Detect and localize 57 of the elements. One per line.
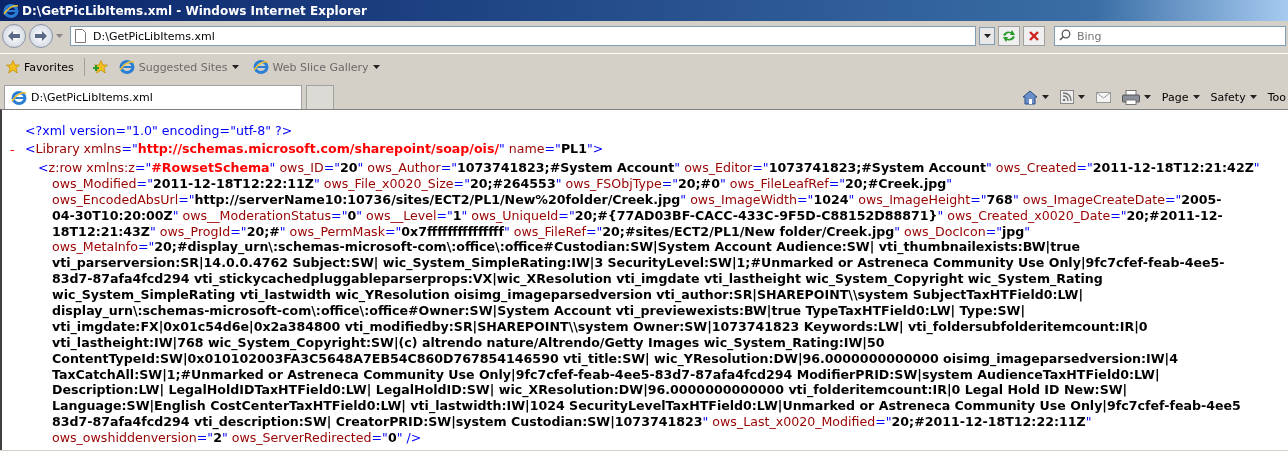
caret-icon — [1041, 95, 1049, 99]
favorites-link[interactable]: Web Slice Gallery — [250, 59, 382, 75]
xml-line: vti_parserversion:SR|14.0.0.4762 Subject:SW| wic_System_SimpleRating:IW|3 SecurityLevel:SW|1;#Unmarked or Astreneca Community Use Only|9fc7cfef-feab-4ee5- — [51, 255, 1226, 272]
caret-icon — [1249, 95, 1257, 99]
caret-icon — [1192, 95, 1200, 99]
search-field[interactable]: Bing — [1054, 26, 1286, 46]
collapse-toggle[interactable]: - — [2, 141, 25, 158]
xml-line: ows_owshiddenversion="2" ows_ServerRedirected="0" /> — [51, 430, 423, 446]
star-icon — [6, 60, 20, 74]
window-title: D:\GetPicLibItems.xml - Windows Internet Explorer — [22, 3, 367, 18]
print-button[interactable] — [1119, 89, 1153, 105]
favorites-button[interactable]: Favorites — [4, 60, 76, 74]
stop-button[interactable] — [1023, 26, 1045, 46]
xml-line: <Library xmlns="http://schemas.microsoft.com/sharepoint/soap/ois/" name="PL1"> — [25, 141, 604, 158]
xml-line: vti_lastheight:IW|768 wic_System_Copyright:SW|(c) altrendo nature/Altrendo/Getty Images wic_System_Rating:IW|50 — [51, 334, 886, 351]
favorites-link[interactable]: Suggested Sites — [116, 59, 241, 75]
caret-icon — [372, 65, 380, 69]
xml-line: <?xml version="1.0" encoding="utf-8" ?> — [24, 123, 294, 139]
xml-line: 83d7-87afa4fcd294 vti_description:SW| CreatorPRID:SW|system Custodian:SW|1073741823" ows_Last_x0020_Modified="20;#2011-12-18T12:22:11Z" — [51, 414, 1093, 431]
browser-tab[interactable]: D:\GetPicLibItems.xml — [4, 85, 302, 109]
caret-icon — [231, 65, 239, 69]
xml-line: <z:row xmlns:z="#RowsetSchema" ows_ID="20" ows_Author="1073741823;#System Account" ows_Editor="1073741823;#System Account" ows_Created="2011-12-18T12:21:42Z" — [37, 159, 1261, 176]
xml-line: Description:LW| LegalHoldIDTaxHTField0:LW| LegalHoldID:SW| wic_XResolution:DW|96.0000000000000 vti_folderitemcount:IR|0 Legal Hold ID New:SW| — [51, 382, 1129, 399]
refresh-icon — [1002, 30, 1016, 42]
caret-icon — [1077, 95, 1085, 99]
xml-line: ows_Modified="2011-12-18T12:22:11Z" ows_File_x0020_Size="20;#264553" ows_FSObjType="20;#0" ows_FileLeafRef="20;#Creek.jpg" — [51, 175, 954, 192]
printer-icon — [1121, 89, 1140, 105]
feeds-button[interactable] — [1057, 90, 1087, 104]
command-button[interactable]: Page — [1159, 90, 1202, 104]
xml-line: ContentTypeId:SW|0x010102003FA3C5648A7EB54C860D767854146590 vti_title:SW| wic_YResolution:DW|96.0000000000000 oisimg_imageparsedversion:IW|4 — [51, 350, 1179, 367]
forward-button[interactable] — [29, 24, 53, 48]
forward-arrow-icon — [35, 31, 47, 41]
xml-line: ows_MetaInfo="20;#display_urn\:schemas-microsoft-com\:office\:office#Custodian:SW|System Account Audience:SW| vti_thumbnailexists:BW|true — [51, 239, 1081, 256]
xml-line: 04-30T10:20:00Z" ows__ModerationStatus="0" ows__Level="1" ows_UniqueId="20;#{77AD03BF-CACC-433C-9F5D-C88152D88871}" ows_Created_x0020_Date="20;#2011-12- — [51, 207, 1224, 224]
xml-line: Language:SW|English CostCenterTaxHTField0:LW| vti_lastwidth:IW|1024 SecurityLevelTaxHTField0:LW|Unmarked or Astreneca Community Use Only|9fc7cfef-feab-4ee5 — [51, 398, 1242, 415]
search-icon — [1059, 29, 1071, 41]
xml-line: 83d7-87afa4fcd294 vti_stickycachedpluggableparserprops:VX|wic_XResolution vti_imgdate vti_lastheight wic_System_Copyright wic_System_Rating — [51, 271, 1104, 288]
address-field[interactable]: D:\GetPicLibItems.xml — [70, 26, 976, 46]
xml-line: 18T12:21:43Z" ows_ProgId="20;#" ows_PermMask="0x7fffffffffffffff" ows_FileRef="20;#sites/ECT2/PL1/New folder/Creek.jpg" ows_DocIcon="jpg" — [51, 223, 1032, 240]
mail-button[interactable] — [1093, 91, 1113, 103]
caret-icon — [1143, 95, 1151, 99]
xml-line: vti_imgdate:FX|0x01c54d6e|0x2a384800 vti_modifiedby:SR|SHAREPOINT\\system Owner:SW|1073741823 Keywords:LW| vti_foldersubfolderitemcount:IR|0 — [51, 318, 1149, 335]
xml-line: display_urn\:schemas-microsoft-com\:office\:office#Owner:SW|System Account vti_previewexists:BW|true TypeTaxHTField0:LW| Type:SW| — [51, 303, 1027, 319]
xml-line: TaxCatchAll:SW|1;#Unmarked or Astreneca Community Use Only|9fc7cfef-feab-4ee5-83d7-87afa4fcd294 ModifierPRID:SW|system AudienceTaxHTField0:LW| — [51, 366, 1160, 383]
browser-logo-icon — [3, 2, 19, 19]
xml-line: wic_System_SimpleRating vti_lastwidth wic_YResolution oisimg_imageparsedversion vti_author:SR|SHAREPOINT\\system SubjectTaxHTField0:LW| — [51, 287, 1085, 303]
back-button[interactable] — [2, 24, 26, 48]
mail-icon — [1095, 91, 1111, 103]
feed-icon — [1059, 90, 1074, 104]
command-button[interactable]: Safety — [1208, 90, 1259, 104]
command-button[interactable]: Too — [1265, 90, 1288, 104]
back-arrow-icon — [8, 31, 20, 41]
close-icon — [1029, 31, 1039, 41]
xml-line: ows_EncodedAbsUrl="http://serverName10:10736/sites/ECT2/PL1/New%20folder/Creek.jpg" ows_ImageWidth="1024" ows_ImageHeight="768" ows_ImageCreateDate="2005- — [51, 191, 1223, 208]
caret-icon — [983, 34, 991, 38]
dropdown-button[interactable] — [979, 27, 995, 45]
home-icon — [1021, 89, 1038, 105]
